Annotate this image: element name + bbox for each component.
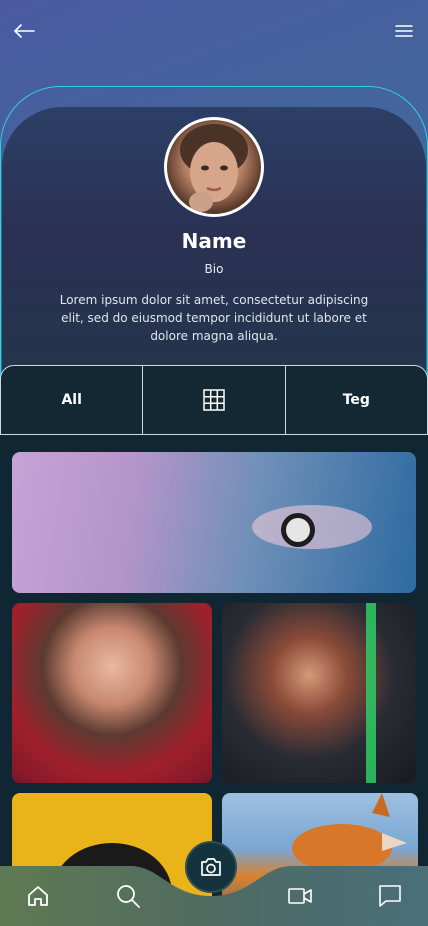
back-button[interactable] (10, 17, 38, 45)
tab-grid[interactable] (142, 366, 284, 434)
grid-icon (203, 389, 225, 411)
profile-bio: Bio (204, 262, 224, 276)
nav-video[interactable] (287, 883, 313, 909)
camera-button[interactable] (185, 841, 237, 893)
chat-icon (379, 885, 401, 907)
home-icon (28, 886, 48, 906)
menu-button[interactable] (390, 17, 418, 45)
wristwatch-image (252, 505, 372, 549)
photo-woman-lights[interactable] (222, 603, 416, 783)
profile-description: Lorem ipsum dolor sit amet, consectetur … (59, 293, 369, 343)
tab-tagged[interactable]: Teg (284, 366, 427, 434)
avatar-portrait (180, 124, 248, 212)
top-bar (0, 0, 428, 62)
hamburger-menu-icon (395, 25, 413, 37)
profile-name: Name (181, 229, 247, 253)
nav-chat[interactable] (377, 883, 403, 909)
photo-hoodie-wristwatch[interactable] (12, 452, 416, 593)
search-icon (117, 885, 140, 908)
content-tabs: All Teg (0, 365, 428, 435)
nav-search[interactable] (115, 883, 141, 909)
arrow-left-icon (14, 24, 35, 38)
nav-home[interactable] (25, 883, 51, 909)
photo-smiling-woman[interactable] (12, 603, 212, 783)
tab-all[interactable]: All (1, 366, 142, 434)
camera-icon (201, 858, 221, 876)
avatar[interactable] (164, 117, 264, 217)
video-icon (288, 888, 312, 904)
